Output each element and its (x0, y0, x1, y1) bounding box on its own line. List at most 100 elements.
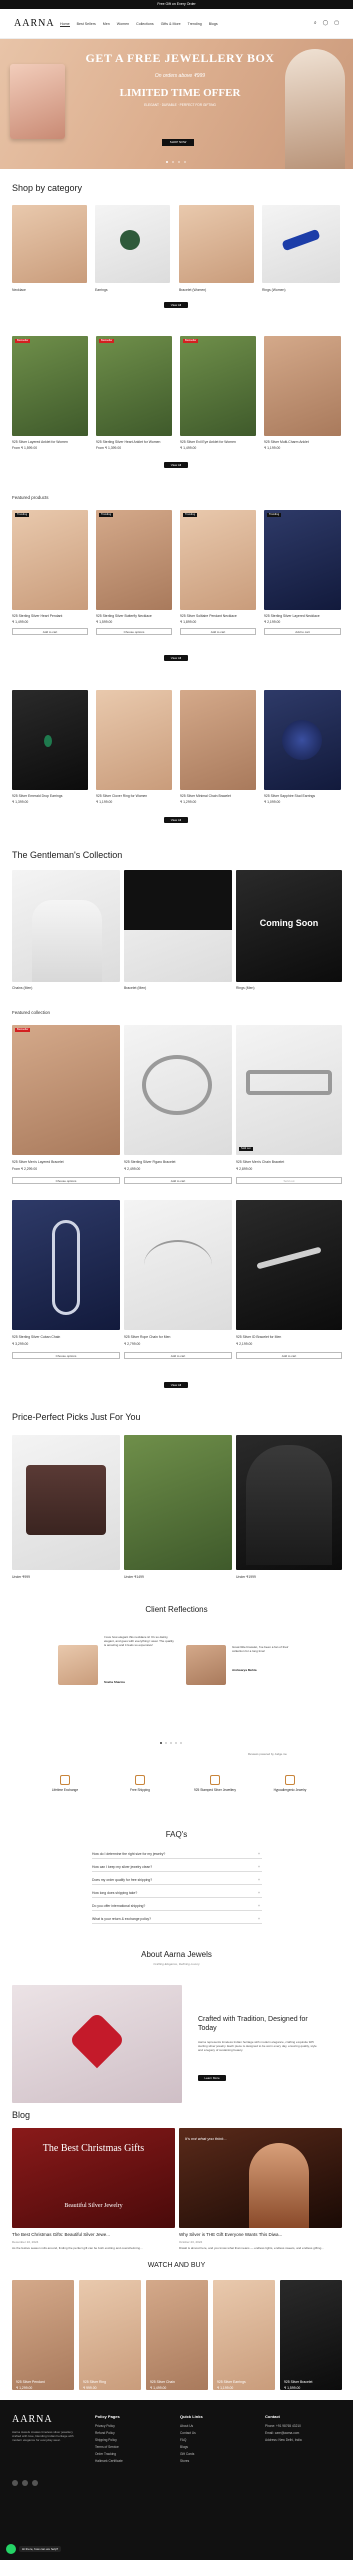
product-image[interactable] (96, 690, 172, 790)
product-name[interactable]: 925 Sterling Silver Cuban Chain (12, 1335, 60, 1339)
add-to-cart-button[interactable]: Add to cart (124, 1177, 232, 1184)
footer-link[interactable]: FAQ (180, 2438, 186, 2442)
footer-link[interactable]: Hallmark Certificate (95, 2459, 123, 2463)
product-name[interactable]: 925 Sterling Silver Figaro Bracelet (124, 1160, 175, 1164)
nav-home[interactable]: Home (60, 22, 70, 27)
gents-bracelet-label[interactable]: Bracelet (Men) (124, 986, 146, 990)
category-necklace-image[interactable] (12, 205, 87, 283)
product-image[interactable]: Trending (264, 510, 341, 610)
fcollect-view-all-button[interactable]: View All (164, 1382, 188, 1388)
footer-link[interactable]: Privacy Policy (95, 2424, 115, 2428)
gents-rings-image[interactable]: Coming Soon (236, 870, 342, 982)
add-to-cart-button[interactable]: Add to cart (180, 628, 256, 635)
product-image[interactable] (264, 336, 341, 436)
video-product-name[interactable]: 925 Silver Ring (83, 2380, 106, 2384)
footer-link[interactable]: Contact Us (180, 2431, 196, 2435)
product-name[interactable]: 925 Silver Emerald Drop Earrings (12, 794, 63, 798)
footer-contact[interactable]: Phone: +91 98765 43210 (265, 2424, 301, 2428)
category-view-all-button[interactable]: View All (164, 302, 188, 308)
cart-icon[interactable]: ▢ (334, 20, 339, 26)
footer-contact[interactable]: Email: care@aarna.com (265, 2431, 299, 2435)
product-image[interactable]: Bestseller (12, 336, 88, 436)
instagram-icon[interactable] (22, 2480, 28, 2486)
product-image[interactable]: Sold out (236, 1025, 342, 1155)
price-under-1499-label[interactable]: Under ₹1499 (124, 1575, 144, 1579)
nav-men[interactable]: Men (103, 22, 110, 27)
product-name[interactable]: 925 Silver Multi-Charm Anklet (264, 440, 309, 444)
product-name[interactable]: 925 Silver Sapphire Stud Earrings (264, 794, 315, 798)
video-product-name[interactable]: 925 Silver Bracelet (284, 2380, 312, 2384)
gents-rings-label[interactable]: Rings (Men) (236, 986, 254, 990)
product-image[interactable] (180, 690, 256, 790)
product-name[interactable]: 925 Silver Rope Chain for Men (124, 1335, 170, 1339)
video-product-name[interactable]: 925 Silver Earrings (217, 2380, 246, 2384)
facebook-icon[interactable] (12, 2480, 18, 2486)
add-to-cart-button[interactable]: Add to cart (236, 1352, 342, 1359)
footer-link[interactable]: Refund Policy (95, 2431, 115, 2435)
product-image[interactable] (124, 1025, 232, 1155)
product-name[interactable]: 925 Silver Layered Anklet for Women (12, 440, 68, 444)
account-icon[interactable]: ◯ (323, 20, 329, 26)
product-name[interactable]: 925 Silver Men's Chain Bracelet (236, 1160, 284, 1164)
row1-view-all-button[interactable]: View All (164, 462, 188, 468)
product-image[interactable]: Bestseller (180, 336, 256, 436)
product-image[interactable] (236, 1200, 342, 1330)
add-to-cart-button[interactable]: Add to cart (124, 1352, 232, 1359)
faq-item[interactable]: What is your return & exchange policy? + (92, 1915, 262, 1924)
category-earrings-image[interactable] (95, 205, 170, 283)
product-name[interactable]: 925 Silver Men's Layered Bracelet (12, 1160, 64, 1164)
product-image[interactable]: Trending (12, 510, 88, 610)
gents-bracelet-image[interactable] (124, 870, 232, 982)
footer-logo[interactable]: AARNA (12, 2414, 53, 2425)
product-image[interactable] (12, 1200, 120, 1330)
product-name[interactable]: 925 Silver Evil Eye Anklet for Women (180, 440, 236, 444)
video-thumbnail[interactable] (146, 2280, 208, 2390)
price-under-1499-image[interactable] (124, 1435, 232, 1570)
video-thumbnail[interactable] (79, 2280, 141, 2390)
product-name[interactable]: 925 Silver Minimal Chain Bracelet (180, 794, 231, 798)
logo[interactable]: AARNA (14, 18, 55, 29)
gents-chains-label[interactable]: Chains (Men) (12, 986, 32, 990)
choose-options-button[interactable]: Choose options (12, 1177, 120, 1184)
video-thumbnail[interactable] (12, 2280, 74, 2390)
product-name[interactable]: 925 Sterling Silver Heart Pendant (12, 614, 62, 618)
category-rings-label[interactable]: Rings (Women) (262, 288, 286, 292)
footer-link[interactable]: Order Tracking (95, 2452, 116, 2456)
faq-item[interactable]: Does my order qualify for free shipping?… (92, 1876, 262, 1885)
choose-options-button[interactable]: Choose options (96, 628, 172, 635)
footer-link[interactable]: Shipping Policy (95, 2438, 117, 2442)
footer-link[interactable]: Blogs (180, 2445, 188, 2449)
footer-link[interactable]: Gift Cards (180, 2452, 194, 2456)
product-name[interactable]: 925 Silver Clover Ring for Women (96, 794, 147, 798)
whatsapp-icon[interactable] (6, 2544, 16, 2554)
product-image[interactable]: Trending (96, 510, 172, 610)
product-image[interactable]: Bestseller (96, 336, 172, 436)
product-name[interactable]: 925 Silver Solitaire Pendant Necklace (180, 614, 237, 618)
add-to-cart-button[interactable]: Add to cart (12, 628, 88, 635)
category-bracelet-image[interactable] (179, 205, 254, 283)
video-thumbnail[interactable] (280, 2280, 342, 2390)
hero-cta[interactable]: SHOP NOW (162, 139, 194, 146)
gents-chains-image[interactable] (12, 870, 120, 982)
add-to-cart-button[interactable]: Add to cart (264, 628, 341, 635)
video-thumbnail[interactable] (213, 2280, 275, 2390)
price-under-1999-label[interactable]: Under ₹1999 (236, 1575, 256, 1579)
category-earrings-label[interactable]: Earrings (95, 288, 108, 292)
category-bracelet-label[interactable]: Bracelet (Women) (179, 288, 206, 292)
product-name[interactable]: 925 Sterling Silver Butterfly Necklace (96, 614, 152, 618)
price-under-999-label[interactable]: Under ₹999 (12, 1575, 30, 1579)
hero-dots[interactable] (166, 161, 186, 163)
faq-item[interactable]: How long does shipping take? + (92, 1889, 262, 1898)
product-image[interactable]: Bestseller (12, 1025, 120, 1155)
row2-view-all-button[interactable]: View All (164, 817, 188, 823)
product-image[interactable] (12, 690, 88, 790)
choose-options-button[interactable]: Choose options (12, 1352, 120, 1359)
blog-post-title[interactable]: The Best Christmas Gifts: Beautiful Silv… (12, 2232, 110, 2237)
product-image[interactable] (124, 1200, 232, 1330)
faq-item[interactable]: Do you offer international shipping? + (92, 1902, 262, 1911)
footer-link[interactable]: Terms of Service (95, 2445, 119, 2449)
price-under-1999-image[interactable] (236, 1435, 342, 1570)
whatsapp-chat[interactable]: Hi there, how can we help? (6, 2544, 62, 2554)
category-necklace-label[interactable]: Necklace (12, 288, 26, 292)
product-image[interactable]: Trending (180, 510, 256, 610)
